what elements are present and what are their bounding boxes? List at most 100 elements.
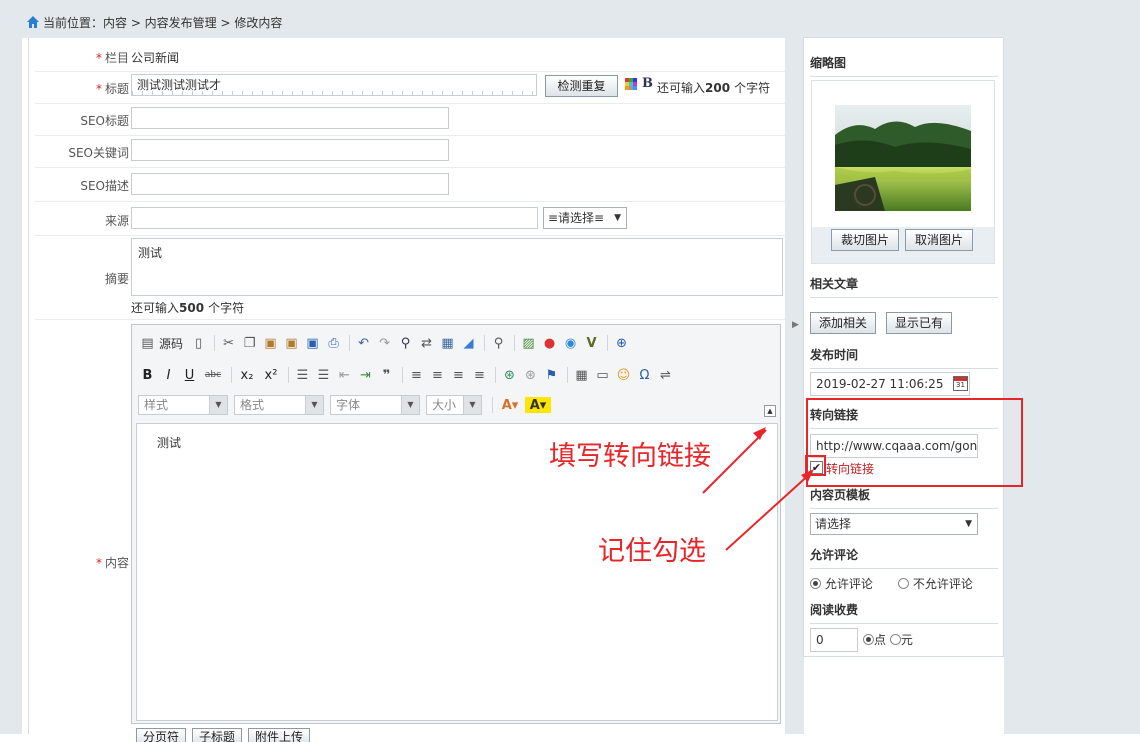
seo-title-label: SEO标题 xyxy=(80,114,129,128)
crop-image-button[interactable]: 裁切图片 xyxy=(831,229,899,251)
cancel-image-button[interactable]: 取消图片 xyxy=(905,229,973,251)
home-icon[interactable] xyxy=(26,15,40,29)
comments-allow-option[interactable]: 允许评论 xyxy=(810,575,873,592)
redo-icon[interactable]: ↷ xyxy=(375,333,394,353)
special-char-icon[interactable]: Ω xyxy=(635,365,654,385)
select-all-icon[interactable]: ▦ xyxy=(438,333,457,353)
source-select-value: ≡请选择≡ xyxy=(548,211,605,225)
breadcrumb: 当前位置：内容 > 内容发布管理 > 修改内容 xyxy=(26,14,282,32)
radio-selected[interactable] xyxy=(810,578,821,589)
eraser-icon[interactable]: ◢ xyxy=(459,333,478,353)
underline-icon[interactable]: U xyxy=(180,365,199,385)
summary-label: 摘要 xyxy=(104,272,129,286)
align-justify-icon[interactable]: ≡ xyxy=(470,365,489,385)
align-left-icon[interactable]: ≡ xyxy=(407,365,426,385)
source-label: 来源 xyxy=(104,214,129,228)
seo-description-label: SEO描述 xyxy=(80,179,129,193)
bold-icon[interactable]: B xyxy=(642,76,653,91)
source-code-icon[interactable]: ▤ xyxy=(138,333,157,353)
dropdown-arrow-icon: ▼ xyxy=(965,519,972,529)
content-form: * 栏目 公司新闻 * 标题 测试测试测试才 检测重复 B 还可输入200 个字符 S… xyxy=(28,38,785,742)
paste-word-icon[interactable]: ▣ xyxy=(303,333,322,353)
bold-icon[interactable]: B xyxy=(138,365,157,385)
table-icon[interactable]: ▦ xyxy=(572,365,591,385)
font-combo[interactable]: 字体 ▼ xyxy=(330,395,420,415)
comments-deny-option[interactable]: 不允许评论 xyxy=(898,575,973,592)
format-combo[interactable]: 格式 ▼ xyxy=(234,395,324,415)
thumbnail-image[interactable] xyxy=(835,105,971,211)
summary-row: 摘要 测试 还可输入500 个字符 xyxy=(35,236,785,320)
calendar-icon[interactable]: 31 xyxy=(953,376,968,391)
collapse-toolbar-icon[interactable]: ▲ xyxy=(764,405,776,417)
superscript-icon[interactable]: x² xyxy=(260,365,282,385)
print-icon[interactable]: ⎙ xyxy=(324,333,343,353)
seo-title-input[interactable] xyxy=(131,107,449,129)
add-related-button[interactable]: 添加相关 xyxy=(810,312,876,334)
unlink-icon[interactable]: ⊛ xyxy=(521,365,540,385)
strikethrough-icon[interactable]: abc xyxy=(201,365,225,385)
check-duplicate-button[interactable]: 检测重复 xyxy=(545,75,618,97)
size-combo[interactable]: 大小 ▼ xyxy=(426,395,482,415)
source-input[interactable] xyxy=(131,207,538,229)
video-icon[interactable]: V xyxy=(582,333,601,353)
expand-arrow-icon[interactable]: ▶ xyxy=(792,320,799,330)
maximize-icon[interactable]: ⊕ xyxy=(612,333,631,353)
summary-textarea[interactable]: 测试 xyxy=(131,238,783,296)
seo-description-input[interactable] xyxy=(131,173,449,195)
outdent-icon[interactable]: ⇤ xyxy=(335,365,354,385)
find-icon[interactable]: ⚲ xyxy=(396,333,415,353)
publish-time-input[interactable]: 2019-02-27 11:06:25 xyxy=(810,372,970,396)
template-select[interactable]: 请选择 ▼ xyxy=(810,513,978,535)
subtitle-button[interactable]: 子标题 xyxy=(192,728,243,742)
hint-count: 500 xyxy=(179,301,205,315)
text-color-icon[interactable]: A▾ xyxy=(497,395,523,415)
title-input[interactable]: 测试测试测试才 xyxy=(131,74,537,96)
subscript-icon[interactable]: x₂ xyxy=(236,365,258,385)
remember-check-annotation: 记住勾选 xyxy=(598,536,706,567)
anchor-icon[interactable]: ⚑ xyxy=(542,365,561,385)
seo-keywords-input[interactable] xyxy=(131,139,449,161)
page-break-button[interactable]: 分页符 xyxy=(136,728,187,742)
indent-icon[interactable]: ⇥ xyxy=(356,365,375,385)
style-combo[interactable]: 样式 ▼ xyxy=(138,395,228,415)
redirect-highlight-box xyxy=(806,398,1023,487)
numbered-list-icon[interactable]: ☰ xyxy=(293,365,312,385)
page-break-icon[interactable]: ⇌ xyxy=(656,365,675,385)
cut-icon[interactable]: ✂ xyxy=(219,333,238,353)
bg-color-icon[interactable]: A▾ xyxy=(525,397,551,413)
copy-icon[interactable]: ❐ xyxy=(240,333,259,353)
smiley-icon[interactable]: ☺ xyxy=(614,365,633,385)
seo-title-row: SEO标题 xyxy=(35,104,785,136)
align-center-icon[interactable]: ≡ xyxy=(428,365,447,385)
required-mark: * xyxy=(95,51,102,65)
fee-yuan-radio[interactable] xyxy=(889,634,901,645)
summary-char-hint: 还可输入500 个字符 xyxy=(131,299,244,316)
hint-suffix: 个字符 xyxy=(734,81,771,95)
source-select[interactable]: ≡请选择≡ ▼ xyxy=(543,207,627,229)
color-picker-icon[interactable] xyxy=(625,78,637,90)
attachment-upload-button[interactable]: 附件上传 xyxy=(248,728,311,742)
paste-text-icon[interactable]: ▣ xyxy=(282,333,301,353)
media-icon[interactable]: ◉ xyxy=(561,333,580,353)
fee-points-radio[interactable] xyxy=(863,634,874,645)
fee-title: 阅读收费 xyxy=(810,601,998,624)
bullet-list-icon[interactable]: ☰ xyxy=(314,365,333,385)
align-right-icon[interactable]: ≡ xyxy=(449,365,468,385)
preview-icon[interactable]: ⚲ xyxy=(489,333,508,353)
italic-icon[interactable]: I xyxy=(159,365,178,385)
paste-icon[interactable]: ▣ xyxy=(261,333,280,353)
show-existing-button[interactable]: 显示已有 xyxy=(886,312,952,334)
dropdown-arrow-icon: ▼ xyxy=(614,213,621,223)
comments-allow-label: 允许评论 xyxy=(824,577,873,591)
fee-input[interactable]: 0 xyxy=(810,628,858,652)
source-button[interactable]: 源码 xyxy=(159,335,183,352)
link-icon[interactable]: ⊛ xyxy=(500,365,519,385)
blockquote-icon[interactable]: ❞ xyxy=(377,365,396,385)
document-icon[interactable]: ▯ xyxy=(189,333,208,353)
horizontal-rule-icon[interactable]: ▭ xyxy=(593,365,612,385)
undo-icon[interactable]: ↶ xyxy=(354,333,373,353)
radio-unselected[interactable] xyxy=(898,578,909,589)
replace-icon[interactable]: ⇄ xyxy=(417,333,436,353)
image-icon[interactable]: ▨ xyxy=(519,333,538,353)
flash-icon[interactable]: ● xyxy=(540,333,559,353)
